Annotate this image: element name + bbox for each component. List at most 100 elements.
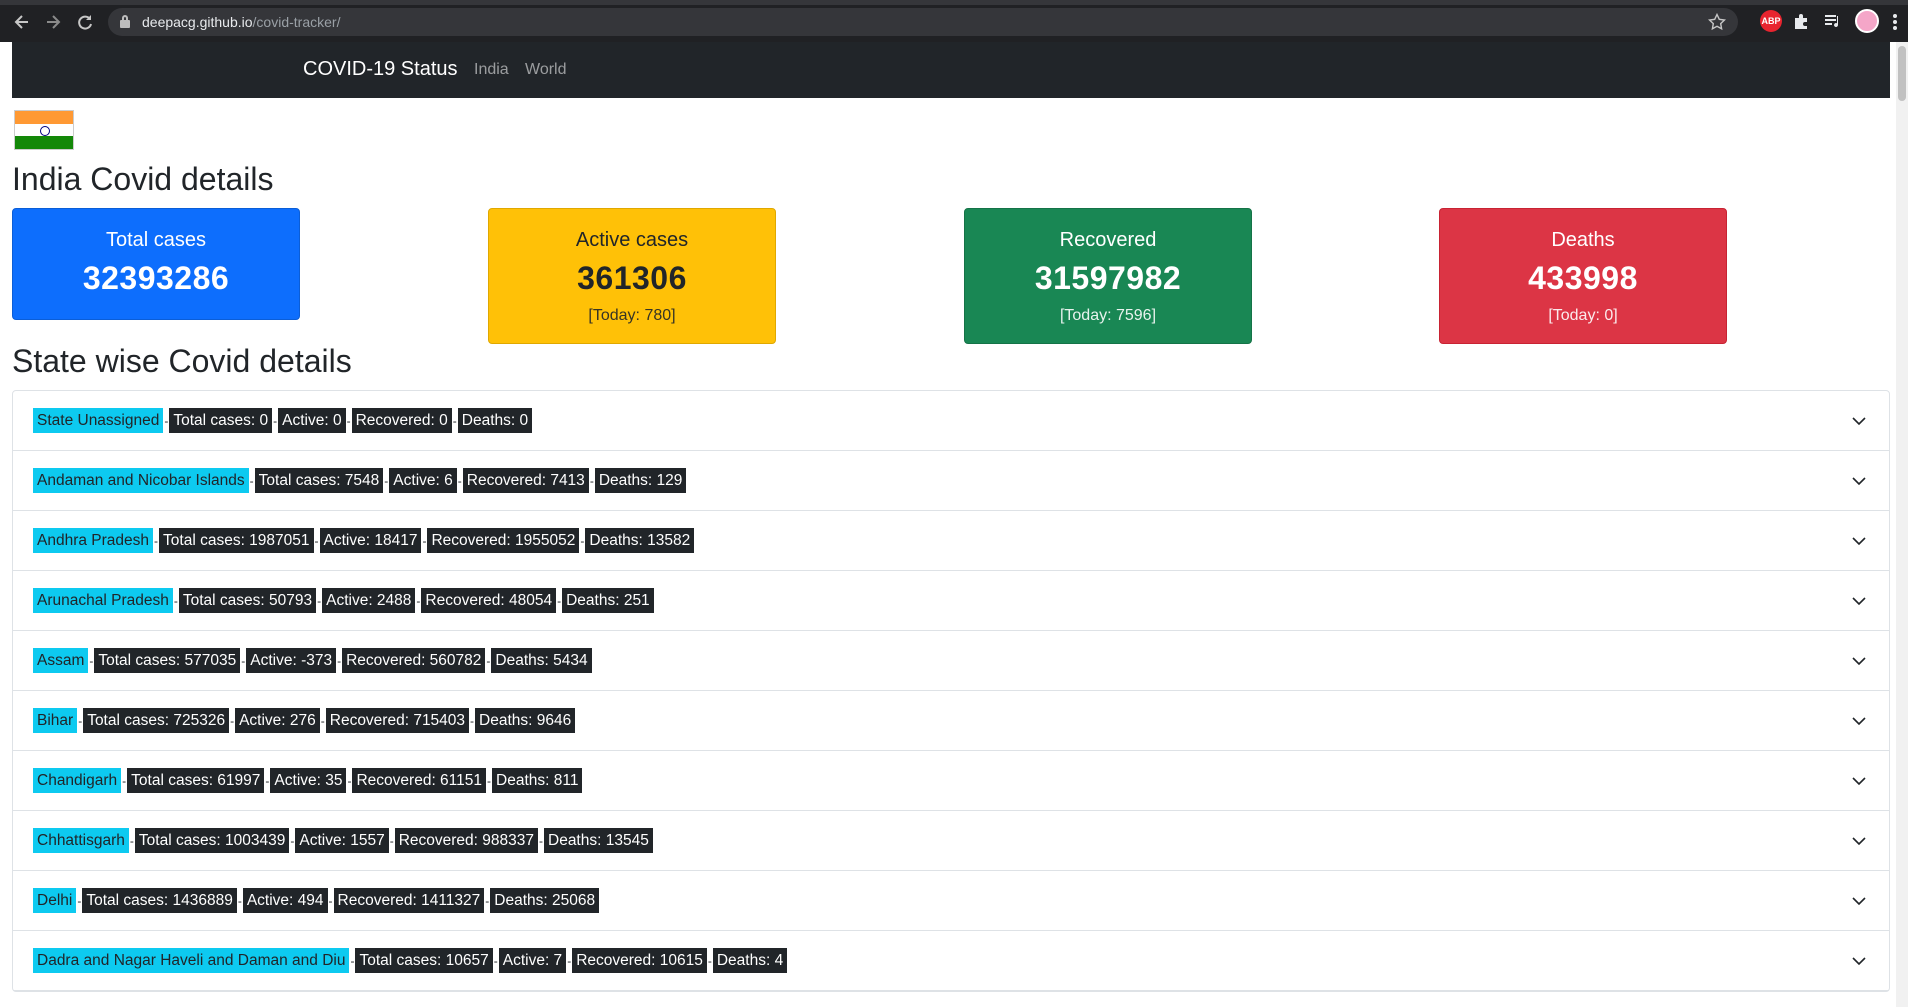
- chevron-down-icon[interactable]: [1851, 773, 1866, 787]
- deaths-badge: Deaths: 4: [712, 948, 788, 973]
- nav-link-world[interactable]: World: [525, 61, 567, 79]
- nav-link-india[interactable]: India: [474, 61, 509, 79]
- recovered-badge: Recovered: 1955052: [427, 528, 580, 553]
- active-badge: Active: 1557: [295, 828, 389, 853]
- active-cases-label: Active cases: [575, 229, 689, 251]
- bookmark-star-icon[interactable]: [1707, 12, 1727, 36]
- total-cases-value: 32393286: [82, 260, 230, 296]
- state-summary-row: Delhi - Total cases: 1436889 - Active: 4…: [33, 888, 600, 913]
- total-cases-badge: Total cases: 1987051: [159, 528, 314, 553]
- chevron-down-icon[interactable]: [1851, 713, 1866, 727]
- total-cases-badge: Total cases: 725326: [83, 708, 230, 733]
- chevron-down-icon[interactable]: [1851, 413, 1866, 427]
- state-name-badge: Delhi: [33, 888, 77, 913]
- active-badge: Active: 6: [389, 468, 457, 493]
- state-name-badge: Arunachal Pradesh: [33, 588, 173, 613]
- india-flag-image: [14, 110, 74, 150]
- extensions-puzzle-icon[interactable]: [1792, 11, 1812, 36]
- deaths-label: Deaths: [1551, 229, 1615, 251]
- lock-icon[interactable]: [120, 15, 130, 28]
- page-scrollbar[interactable]: [1896, 42, 1908, 1007]
- active-badge: Active: 0: [278, 408, 346, 433]
- forward-arrow-icon[interactable]: [43, 12, 63, 32]
- state-accordion-item[interactable]: Bihar - Total cases: 725326 - Active: 27…: [13, 691, 1889, 751]
- deaths-value: 433998: [1528, 260, 1638, 296]
- deaths-badge: Deaths: 129: [594, 468, 687, 493]
- state-summary-row: Chhattisgarh - Total cases: 1003439 - Ac…: [33, 828, 653, 853]
- active-badge: Active: 35: [270, 768, 347, 793]
- adblock-extension-icon[interactable]: ABP: [1760, 10, 1782, 32]
- deaths-card: Deaths 433998 [Today: 0]: [1439, 208, 1727, 344]
- active-badge: Active: 2488: [322, 588, 416, 613]
- india-details-heading: India Covid details: [12, 161, 274, 197]
- state-accordion-item[interactable]: Andaman and Nicobar Islands - Total case…: [13, 451, 1889, 511]
- chevron-down-icon[interactable]: [1851, 953, 1866, 967]
- chevron-down-icon[interactable]: [1851, 833, 1866, 847]
- chevron-down-icon[interactable]: [1851, 593, 1866, 607]
- total-cases-badge: Total cases: 7548: [254, 468, 384, 493]
- state-name-badge: Assam: [33, 648, 89, 673]
- active-badge: Active: 276: [235, 708, 320, 733]
- state-accordion-item[interactable]: Dadra and Nagar Haveli and Daman and Diu…: [13, 931, 1889, 991]
- recovered-label: Recovered: [1059, 229, 1157, 251]
- active-cases-today: [Today: 780]: [588, 307, 676, 324]
- recovered-badge: Recovered: 988337: [394, 828, 538, 853]
- deaths-badge: Deaths: 13582: [585, 528, 695, 553]
- state-name-badge: State Unassigned: [33, 408, 164, 433]
- state-accordion-item[interactable]: Andhra Pradesh - Total cases: 1987051 - …: [13, 511, 1889, 571]
- address-bar[interactable]: deepacg.github.io/covid-tracker/: [108, 8, 1738, 36]
- state-name-badge: Chhattisgarh: [33, 828, 129, 853]
- menu-kebab-icon[interactable]: [1892, 12, 1898, 37]
- chevron-down-icon[interactable]: [1851, 533, 1866, 547]
- state-name-badge: Bihar: [33, 708, 78, 733]
- state-summary-row: State Unassigned - Total cases: 0 - Acti…: [33, 408, 533, 433]
- deaths-badge: Deaths: 5434: [491, 648, 592, 673]
- active-badge: Active: 7: [498, 948, 567, 973]
- reload-icon[interactable]: [75, 12, 95, 32]
- media-queue-icon[interactable]: [1823, 11, 1843, 36]
- deaths-today: [Today: 0]: [1548, 307, 1618, 324]
- state-accordion: State Unassigned - Total cases: 0 - Acti…: [12, 390, 1890, 992]
- active-cases-card: Active cases 361306 [Today: 780]: [488, 208, 776, 344]
- tab-strip: [0, 0, 1908, 5]
- state-summary-row: Bihar - Total cases: 725326 - Active: 27…: [33, 708, 576, 733]
- recovered-badge: Recovered: 48054: [421, 588, 557, 613]
- scrollbar-thumb[interactable]: [1898, 46, 1906, 101]
- state-accordion-item[interactable]: Chandigarh - Total cases: 61997 - Active…: [13, 751, 1889, 811]
- state-summary-row: Arunachal Pradesh - Total cases: 50793 -…: [33, 588, 654, 613]
- deaths-badge: Deaths: 9646: [475, 708, 576, 733]
- chevron-down-icon[interactable]: [1851, 893, 1866, 907]
- total-cases-badge: Total cases: 61997: [127, 768, 265, 793]
- active-badge: Active: 18417: [319, 528, 422, 553]
- recovered-card: Recovered 31597982 [Today: 7596]: [964, 208, 1252, 344]
- recovered-badge: Recovered: 715403: [325, 708, 470, 733]
- total-cases-badge: Total cases: 10657: [355, 948, 493, 973]
- deaths-badge: Deaths: 0: [457, 408, 533, 433]
- total-cases-card: Total cases 32393286: [12, 208, 300, 320]
- recovered-badge: Recovered: 61151: [352, 768, 487, 793]
- deaths-badge: Deaths: 811: [492, 768, 583, 793]
- deaths-badge: Deaths: 25068: [490, 888, 600, 913]
- navbar: COVID-19 Status India World: [12, 42, 1890, 98]
- chevron-down-icon[interactable]: [1851, 653, 1866, 667]
- recovered-today: [Today: 7596]: [1059, 307, 1157, 324]
- recovered-badge: Recovered: 10615: [572, 948, 707, 973]
- state-name-badge: Andaman and Nicobar Islands: [33, 468, 249, 493]
- state-accordion-item[interactable]: Delhi - Total cases: 1436889 - Active: 4…: [13, 871, 1889, 931]
- profile-avatar[interactable]: [1855, 9, 1879, 33]
- back-arrow-icon[interactable]: [12, 12, 32, 32]
- navbar-brand[interactable]: COVID-19 Status: [303, 58, 458, 81]
- chevron-down-icon[interactable]: [1851, 473, 1866, 487]
- total-cases-label: Total cases: [105, 229, 207, 251]
- state-name-badge: Chandigarh: [33, 768, 122, 793]
- deaths-badge: Deaths: 13545: [544, 828, 653, 853]
- total-cases-badge: Total cases: 1436889: [82, 888, 237, 913]
- recovered-badge: Recovered: 560782: [342, 648, 486, 673]
- state-accordion-item[interactable]: Arunachal Pradesh - Total cases: 50793 -…: [13, 571, 1889, 631]
- state-summary-row: Andaman and Nicobar Islands - Total case…: [33, 468, 687, 493]
- state-details-heading: State wise Covid details: [12, 343, 352, 379]
- total-cases-badge: Total cases: 1003439: [134, 828, 290, 853]
- state-accordion-item[interactable]: Assam - Total cases: 577035 - Active: -3…: [13, 631, 1889, 691]
- state-accordion-item[interactable]: Chhattisgarh - Total cases: 1003439 - Ac…: [13, 811, 1889, 871]
- state-accordion-item[interactable]: State Unassigned - Total cases: 0 - Acti…: [13, 391, 1889, 451]
